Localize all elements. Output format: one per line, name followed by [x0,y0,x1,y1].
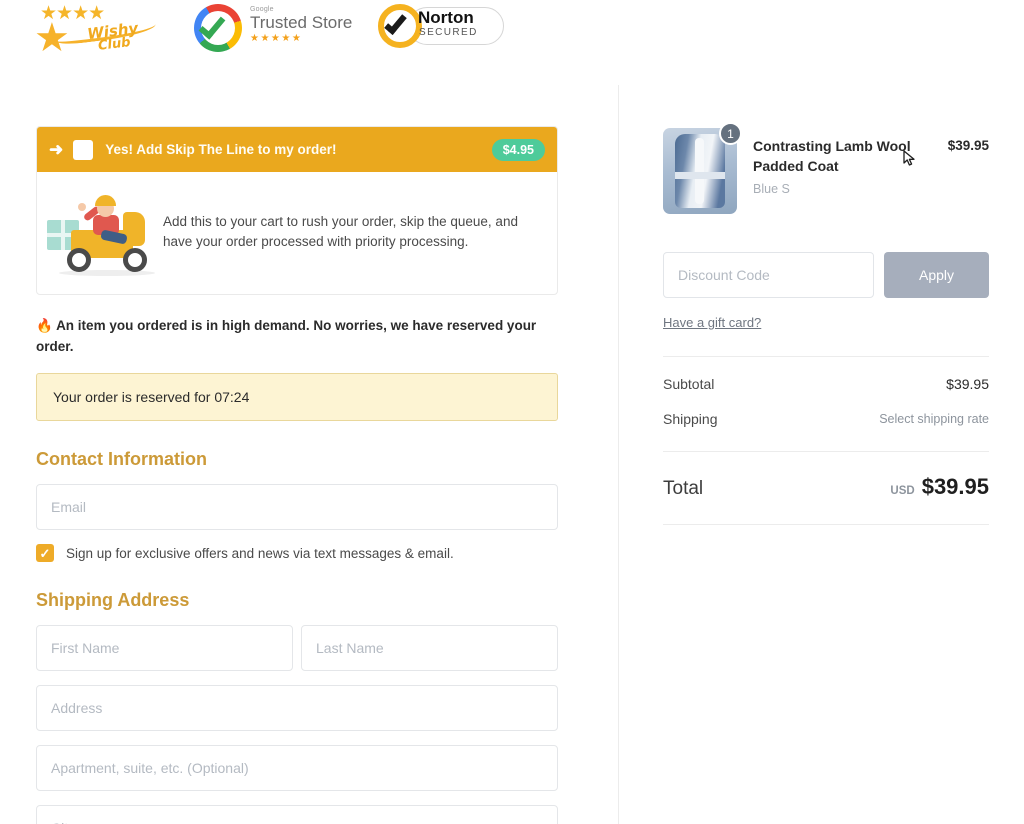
discount-code-input[interactable] [663,252,874,298]
marketing-optin-checkbox[interactable]: ✓ [36,544,54,562]
reservation-timer-banner: Your order is reserved for 07:24 [36,373,558,421]
city-input[interactable] [36,805,558,824]
total-row: Total USD $39.95 [663,474,989,500]
mouse-cursor-icon [903,150,915,166]
subtotal-label: Subtotal [663,376,715,392]
summary-divider-top [663,356,989,357]
apply-discount-button[interactable]: Apply [884,252,989,298]
name-row [36,611,558,671]
norton-label: Norton [418,8,474,27]
google-wordmark: Google [250,6,274,13]
discount-row: Apply [663,252,989,298]
shipping-row: Shipping Select shipping rate [663,411,989,427]
google-stars-icon: ★★★★★ [250,33,303,44]
high-demand-message: An item you ordered is in high demand. N… [36,318,537,354]
upsell-checkbox[interactable] [73,139,94,160]
high-demand-notice: 🔥 An item you ordered is in high demand.… [36,315,558,357]
product-name: Contrasting Lamb Wool Padded Coat [753,138,911,174]
gift-card-link[interactable]: Have a gift card? [663,315,761,330]
summary-divider-mid [663,451,989,452]
norton-secured-badge: Norton SECURED [378,4,506,52]
address-input[interactable] [36,685,558,731]
reservation-timer-text: Your order is reserved for 07:24 [53,389,250,405]
apartment-input[interactable] [36,745,558,791]
subtotal-row: Subtotal $39.95 [663,376,989,392]
contact-information-title: Contact Information [36,449,207,469]
order-summary-column: 1 Contrasting Lamb Wool Padded Coat Blue… [663,122,989,525]
wishy-club-label: Wishy Club [86,19,140,55]
total-value: $39.95 [921,474,989,499]
total-label: Total [663,478,704,499]
checkout-page: ★★★★ ★ Wishy Club Google Trusted Store ★… [0,0,1024,824]
upsell-price-badge: $4.95 [491,138,545,161]
total-currency: USD [890,485,915,497]
product-variant: Blue S [753,182,790,196]
google-trusted-store-badge: Google Trusted Store ★★★★★ [194,4,364,56]
order-line-item: 1 Contrasting Lamb Wool Padded Coat Blue… [663,122,989,214]
check-icon: ✓ [39,545,51,561]
summary-divider-bottom [663,524,989,525]
shipping-label: Shipping [663,411,718,427]
wishy-club-badge: ★★★★ ★ Wishy Club [34,4,164,60]
norton-secured-label: SECURED [419,27,478,38]
marketing-optin-row[interactable]: ✓ Sign up for exclusive offers and news … [36,544,558,562]
arrow-right-icon: ➜ [49,140,64,159]
first-name-input[interactable] [36,625,293,671]
google-trusted-store-label: Trusted Store [250,13,353,32]
upsell-body: Add this to your cart to rush your order… [37,172,557,294]
checkout-form-column: ➜ Yes! Add Skip The Line to my order! $4… [36,126,558,824]
last-name-input[interactable] [301,625,558,671]
shipping-address-title: Shipping Address [36,590,190,610]
column-divider [618,85,619,824]
shipping-value: Select shipping rate [879,412,989,426]
upsell-header[interactable]: ➜ Yes! Add Skip The Line to my order! $4… [37,127,557,172]
subtotal-value: $39.95 [946,376,989,392]
email-input[interactable] [36,484,558,530]
upsell-description: Add this to your cart to rush your order… [163,214,518,249]
skip-the-line-upsell: ➜ Yes! Add Skip The Line to my order! $4… [36,126,558,295]
delivery-scooter-icon [45,186,163,278]
upsell-label: Yes! Add Skip The Line to my order! [105,142,337,157]
flame-icon: 🔥 [36,318,53,333]
trust-badges: ★★★★ ★ Wishy Club Google Trusted Store ★… [0,0,620,72]
product-price: $39.95 [947,138,989,153]
marketing-optin-label: Sign up for exclusive offers and news vi… [66,545,454,561]
